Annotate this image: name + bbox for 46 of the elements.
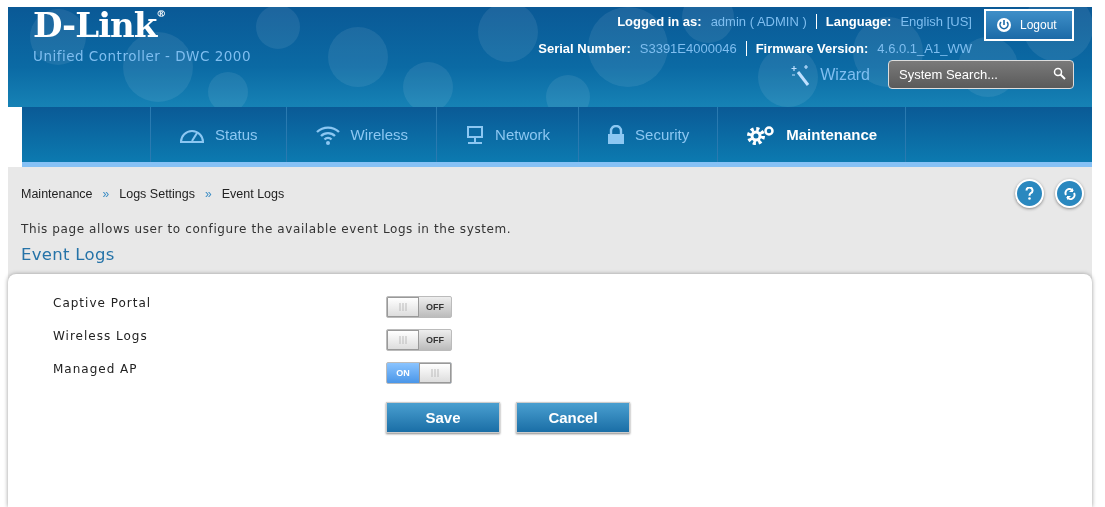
nav-tab[interactable]: Security	[578, 107, 718, 162]
breadcrumb-item[interactable]: Logs Settings	[119, 186, 195, 201]
info-value: 4.6.0.1_A1_WW	[877, 41, 972, 56]
info-label: Serial Number:	[538, 41, 631, 56]
nav-tab[interactable]: Status	[150, 107, 286, 162]
nav-tab[interactable]: Wireless	[285, 107, 437, 162]
wifi-icon	[314, 124, 341, 145]
nav-tab[interactable]: Network	[436, 107, 579, 162]
nav-tab[interactable]: Maintenance	[717, 107, 907, 162]
toggle-switch[interactable]: ON	[386, 361, 452, 384]
section-title: Event Logs	[20, 244, 116, 264]
monitor-icon	[465, 124, 486, 145]
search-field[interactable]: System Search...	[888, 60, 1074, 89]
refresh-icon	[1063, 187, 1076, 200]
breadcrumb-separator: »	[205, 186, 212, 201]
product-name: Unified Controller - DWC 2000	[33, 48, 252, 64]
breadcrumb-separator: »	[102, 186, 110, 201]
save-button[interactable]: Save	[386, 402, 500, 433]
search-icon	[1053, 67, 1066, 80]
power-icon	[996, 17, 1012, 33]
brand-logo: D-Link$^{®}$	[33, 7, 167, 43]
cancel-button[interactable]: Cancel	[516, 402, 630, 433]
info-label: Logged in as:	[617, 14, 702, 29]
setting-label: Managed AP	[53, 361, 139, 376]
refresh-button[interactable]	[1055, 179, 1084, 208]
toggle-switch[interactable]: OFF	[386, 328, 452, 351]
breadcrumb-item: Event Logs	[221, 186, 285, 201]
grip-icon	[430, 368, 440, 377]
help-icon	[1025, 187, 1034, 200]
info-value: S3391E4000046	[639, 41, 737, 56]
gears-icon	[746, 124, 777, 145]
info-value: English [US]	[900, 14, 972, 29]
page-description: This page allows user to configure the available event Logs in the system.	[20, 221, 513, 236]
lock-icon	[607, 124, 626, 145]
info-value: admin ( ADMIN )	[710, 14, 807, 29]
toggle-switch[interactable]: OFF	[386, 295, 452, 318]
breadcrumb-item[interactable]: Maintenance	[21, 186, 93, 201]
info-label: Language:	[825, 14, 892, 29]
setting-label: Wireless Logs	[53, 328, 149, 343]
grip-icon	[398, 302, 408, 311]
info-label: Firmware Version:	[755, 41, 869, 56]
help-button[interactable]	[1015, 179, 1044, 208]
setting-label: Captive Portal	[53, 295, 153, 310]
wizard-link[interactable]: Wizard	[790, 63, 870, 86]
grip-icon	[398, 335, 408, 344]
logout-button[interactable]: Logout	[984, 9, 1074, 41]
